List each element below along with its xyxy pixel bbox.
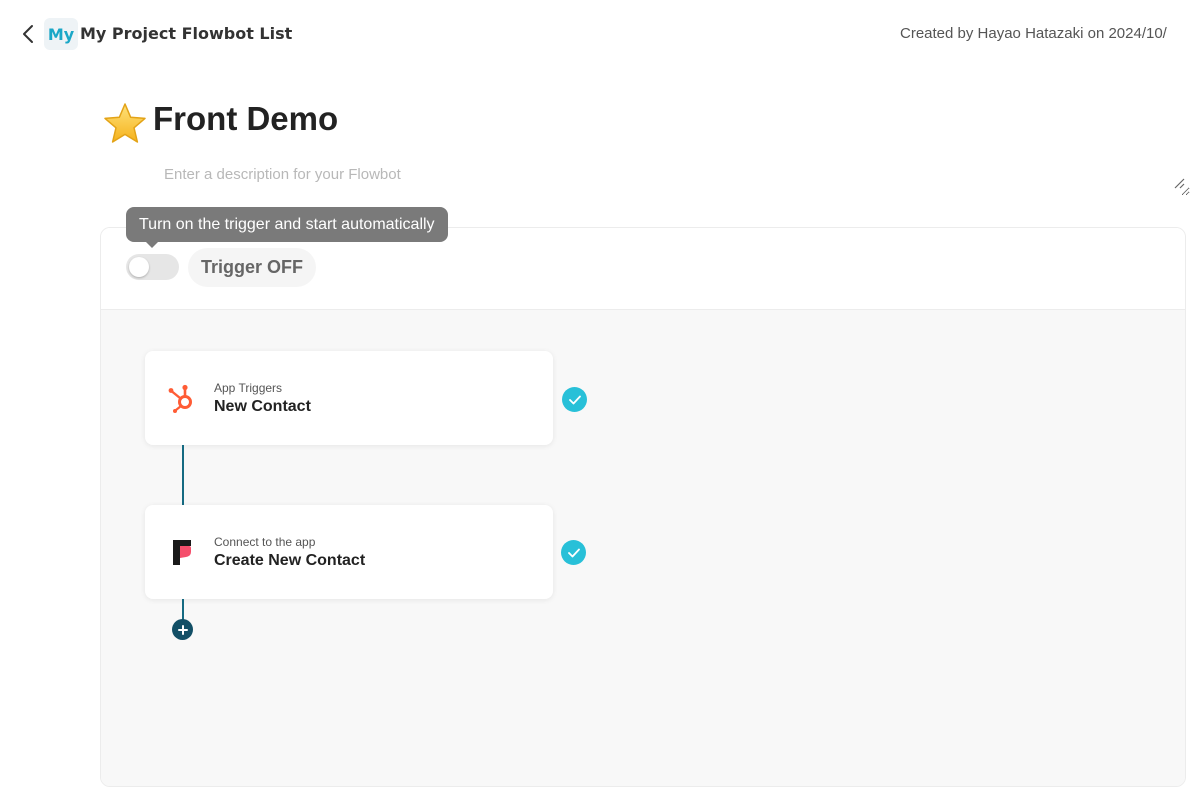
step-card-new-contact[interactable]: App Triggers New Contact	[145, 351, 553, 445]
step-kicker: App Triggers	[214, 381, 283, 395]
page-title[interactable]: Front Demo	[153, 100, 338, 138]
step-kicker: Connect to the app	[214, 535, 316, 549]
created-by-text: Created by Hayao Hatazaki on 2024/10/	[900, 25, 1167, 42]
trigger-toggle[interactable]	[126, 254, 179, 280]
step-connector	[182, 599, 184, 621]
plus-icon	[177, 624, 188, 635]
back-button[interactable]	[16, 20, 40, 48]
hubspot-icon	[168, 384, 192, 413]
trigger-status-label[interactable]: Trigger OFF	[188, 248, 317, 287]
flow-canvas: App Triggers New Contact Connect to the …	[101, 310, 1185, 786]
check-circle-icon	[561, 540, 586, 565]
resize-handle-icon[interactable]	[1172, 176, 1186, 190]
add-step-button[interactable]	[172, 619, 193, 640]
star-icon	[104, 103, 146, 143]
toggle-knob	[129, 257, 149, 277]
step-name: Create New Contact	[214, 552, 366, 569]
flow-panel: Trigger OFF App Triggers New Contact Con…	[100, 227, 1186, 787]
step-name: New Contact	[214, 398, 311, 415]
step-connector	[182, 445, 184, 505]
step-card-create-new-contact[interactable]: Connect to the app Create New Contact	[145, 505, 553, 599]
project-badge[interactable]: My	[44, 18, 78, 50]
top-bar: My My Project Flowbot List Created by Ha…	[0, 0, 1200, 68]
trigger-tooltip: Turn on the trigger and start automatica…	[126, 207, 448, 248]
description-field[interactable]	[150, 160, 1190, 196]
front-app-icon	[173, 540, 191, 565]
check-circle-icon	[562, 387, 587, 412]
chevron-left-icon	[23, 25, 33, 43]
project-list-link[interactable]: My Project Flowbot List	[80, 24, 292, 43]
